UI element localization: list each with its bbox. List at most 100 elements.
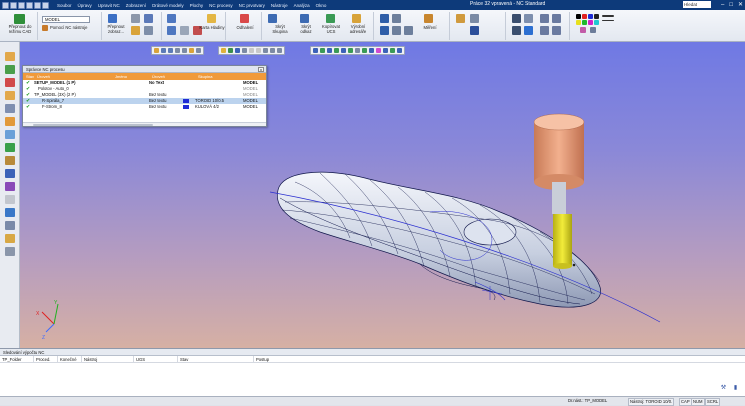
sketch-icon[interactable] xyxy=(5,52,15,61)
workpiece-model[interactable] xyxy=(269,171,661,323)
view-cube-icon[interactable] xyxy=(540,14,549,23)
nc-col-status[interactable]: Stav xyxy=(23,73,34,80)
plane-icon[interactable] xyxy=(392,14,401,23)
open-icon[interactable] xyxy=(10,1,17,9)
scrollbar-thumb[interactable] xyxy=(33,123,153,126)
postprocess-icon[interactable] xyxy=(5,182,15,191)
layers-icon[interactable] xyxy=(144,14,153,23)
zoom-window-icon[interactable] xyxy=(524,14,533,23)
stock-icon[interactable] xyxy=(5,78,15,87)
run-calculation-icon[interactable]: ⚒ xyxy=(720,385,727,392)
text-icon[interactable] xyxy=(380,26,389,35)
menu-item-nc-features[interactable]: NC prvotvary xyxy=(239,3,265,8)
col-final[interactable]: Konečné xyxy=(58,356,82,363)
production-folders-label[interactable]: Výrobní adresáře xyxy=(344,24,372,34)
help-search-input[interactable]: Hledat xyxy=(683,1,711,8)
annotation-icon[interactable] xyxy=(404,26,413,35)
simulate-icon[interactable] xyxy=(5,143,15,152)
tool-holder[interactable] xyxy=(533,113,585,214)
nc-tool-label[interactable]: Pomocí NC nástroje xyxy=(50,25,87,31)
rotate-icon[interactable] xyxy=(552,14,561,23)
save-icon[interactable] xyxy=(18,1,25,9)
reveal-icon[interactable] xyxy=(240,14,249,23)
line-weight-icon[interactable] xyxy=(602,15,614,17)
layer-list-icon[interactable] xyxy=(167,26,176,35)
measure-icon[interactable] xyxy=(424,14,433,23)
col-ugs[interactable]: UGS xyxy=(134,356,178,363)
export-icon[interactable] xyxy=(5,208,15,217)
model-combo[interactable]: MODEL xyxy=(42,16,90,23)
layer-tab-icon[interactable] xyxy=(207,14,216,23)
folder-icon[interactable] xyxy=(5,91,15,100)
pan-icon[interactable] xyxy=(524,26,533,35)
print-sheet-icon[interactable] xyxy=(5,247,15,256)
col-tp-folder[interactable]: TP_Folder xyxy=(0,356,34,363)
nc-row-tree[interactable]: ✔ F-Strom_8 Bez textu KULOVÁ 4/2 MODEL xyxy=(23,104,266,110)
coordinate-icon[interactable] xyxy=(380,14,389,23)
operation-icon[interactable] xyxy=(5,104,15,113)
iso-view-icon[interactable] xyxy=(552,26,561,35)
undo-icon[interactable] xyxy=(34,1,41,9)
brush-icon[interactable] xyxy=(470,26,479,35)
measure-label[interactable]: Měření xyxy=(418,25,442,31)
nc-horizontal-scrollbar[interactable] xyxy=(23,122,266,126)
analysis-icon[interactable] xyxy=(456,14,465,23)
nc-col-level[interactable]: Úroveň xyxy=(34,73,112,80)
nc-col-level-2[interactable]: Úroveň xyxy=(149,73,195,80)
menu-item-wireframe[interactable]: Drátové modely xyxy=(152,3,184,8)
grid-icon[interactable] xyxy=(131,14,140,23)
switch-to-cad-icon[interactable] xyxy=(14,14,25,24)
minimize-icon[interactable]: – xyxy=(721,1,724,9)
color-blue-icon[interactable] xyxy=(588,14,593,19)
eyedropper-icon[interactable] xyxy=(590,27,596,33)
menu-item-surfaces[interactable]: Plochy xyxy=(190,3,204,8)
info-icon[interactable] xyxy=(180,26,189,35)
line-style-icon[interactable] xyxy=(602,20,614,21)
zoom-fit-icon[interactable] xyxy=(512,26,521,35)
toggle-display-label[interactable]: Přepnout zobraz... xyxy=(105,24,127,34)
color-green-icon[interactable] xyxy=(582,20,587,25)
menu-item-view[interactable]: Zobrazení xyxy=(126,3,146,8)
filter-icon[interactable] xyxy=(144,26,153,35)
redo-icon[interactable] xyxy=(42,1,49,9)
close-icon[interactable]: ✕ xyxy=(738,1,743,9)
notes-icon[interactable] xyxy=(5,234,15,243)
new-icon[interactable] xyxy=(2,1,9,9)
settings-icon[interactable] xyxy=(5,169,15,178)
hide-group-icon[interactable] xyxy=(268,14,277,23)
visibility-icon[interactable] xyxy=(131,26,140,35)
toggle-display-icon[interactable] xyxy=(108,14,117,23)
nc-col-group[interactable]: Skupina xyxy=(195,73,255,80)
cutting-tool[interactable] xyxy=(553,214,576,269)
menu-item-nc-processes[interactable]: NC procesy xyxy=(209,3,233,8)
report-icon[interactable] xyxy=(5,195,15,204)
switch-to-cad-label[interactable]: Přepnout do režimu CAD xyxy=(3,24,37,34)
menu-item-window[interactable]: Okno xyxy=(316,3,327,8)
copy-ucs-label[interactable]: Kopírovat UCS xyxy=(318,24,344,34)
color-yellow-icon[interactable] xyxy=(576,20,581,25)
paint-icon[interactable] xyxy=(580,27,586,33)
nc-tool-icon[interactable] xyxy=(42,25,48,31)
dimension-icon[interactable] xyxy=(392,26,401,35)
stop-calculation-icon[interactable]: ▮ xyxy=(732,385,739,392)
graphics-viewport[interactable]: X Y Z Správce NC procesu x Stav Úroveň J… xyxy=(20,42,745,348)
col-progress[interactable]: Postup xyxy=(254,356,404,363)
verify-icon[interactable] xyxy=(5,156,15,165)
zoom-icon[interactable] xyxy=(512,14,521,23)
menu-item-tools[interactable]: Nástroje xyxy=(271,3,288,8)
color-dark-icon[interactable] xyxy=(594,14,599,19)
section-icon[interactable] xyxy=(470,14,479,23)
col-procedure[interactable]: Proced. xyxy=(34,356,58,363)
standard-view-icon[interactable] xyxy=(540,26,549,35)
tool-icon[interactable] xyxy=(5,130,15,139)
close-icon[interactable]: x xyxy=(258,67,264,72)
layer-tab-label[interactable]: Karta Hladiny xyxy=(198,25,226,31)
color-black-icon[interactable] xyxy=(576,14,581,19)
hide-reference-icon[interactable] xyxy=(300,14,309,23)
production-folders-icon[interactable] xyxy=(352,14,361,23)
drill-icon[interactable] xyxy=(5,117,15,126)
print-icon[interactable] xyxy=(26,1,33,9)
copy-ucs-icon[interactable] xyxy=(326,14,335,23)
nc-col-name[interactable]: Jméno xyxy=(112,73,149,80)
list-icon[interactable] xyxy=(5,221,15,230)
